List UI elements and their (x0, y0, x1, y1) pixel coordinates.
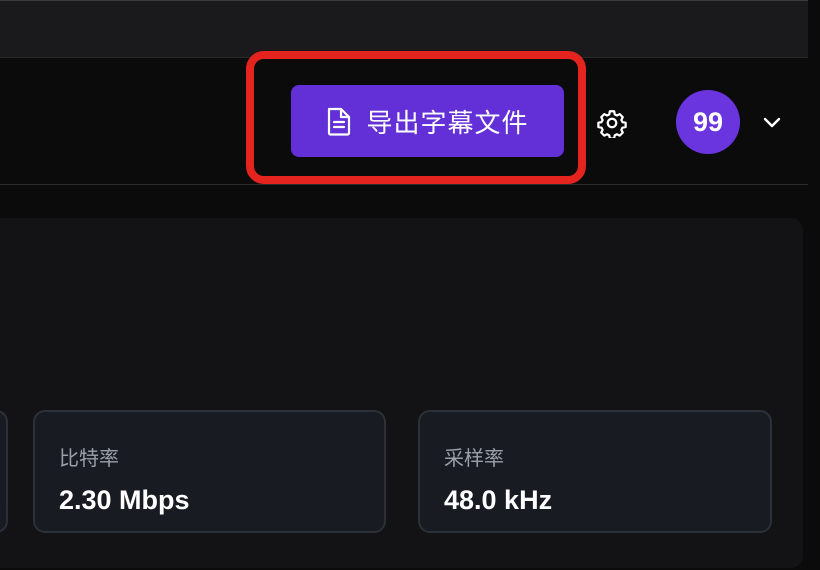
top-bar (0, 0, 820, 58)
export-button-label: 导出字幕文件 (366, 108, 529, 139)
app-root: 导出字幕文件 99 比特率 2.30 Mbps 采样率 48.0 kHz (0, 0, 820, 570)
document-icon (328, 107, 351, 136)
stat-value: 48.0 kHz (444, 485, 553, 515)
export-subtitle-button[interactable]: 导出字幕文件 (291, 85, 564, 157)
stat-card (0, 410, 8, 533)
stat-card-samplerate: 采样率 48.0 kHz (418, 410, 772, 533)
stat-label: 采样率 (444, 446, 504, 470)
stat-label: 比特率 (59, 446, 119, 470)
stat-value: 2.30 Mbps (59, 485, 190, 515)
chevron-down-icon[interactable] (760, 110, 784, 134)
top-bar-divider (0, 0, 808, 6)
gear-icon (597, 110, 627, 138)
stat-card-bitrate: 比特率 2.30 Mbps (33, 410, 386, 533)
settings-button[interactable] (596, 107, 628, 139)
user-avatar[interactable]: 99 (676, 90, 740, 154)
window-edge (808, 0, 820, 570)
